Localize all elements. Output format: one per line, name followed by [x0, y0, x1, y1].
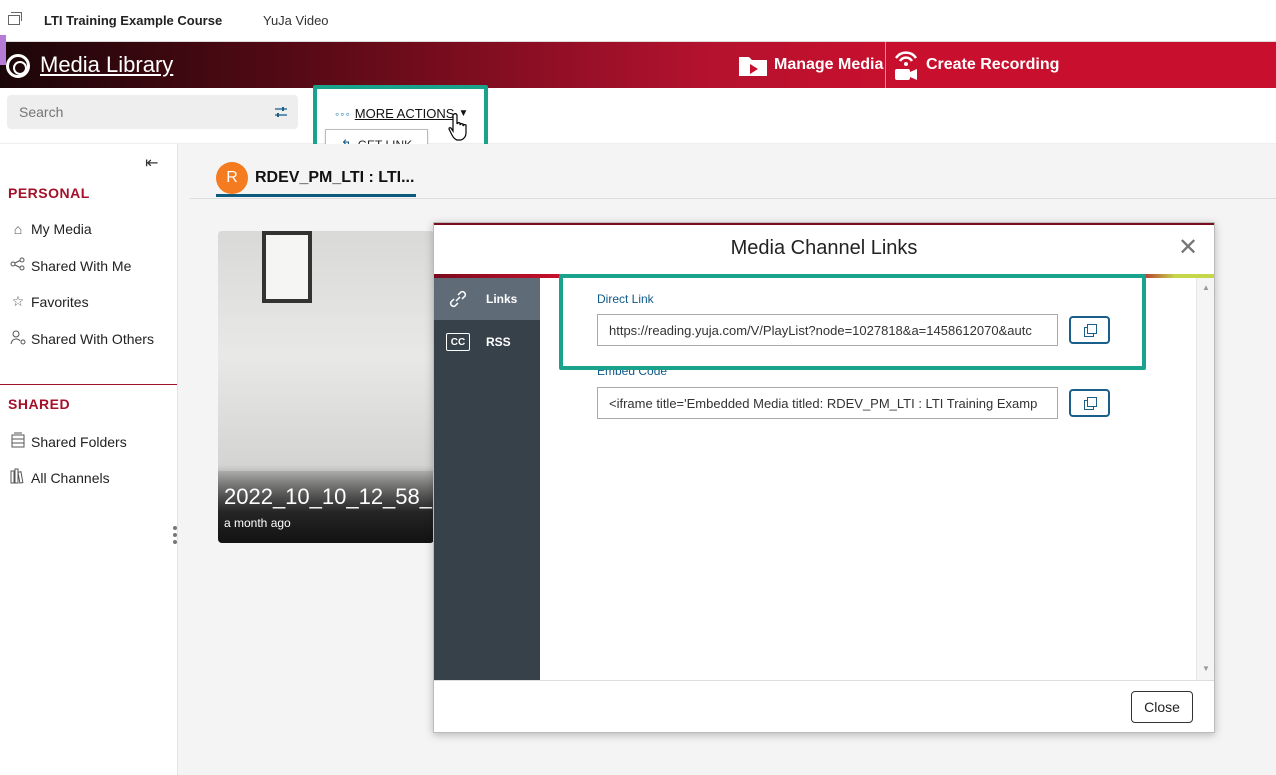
accent-bar [0, 35, 6, 65]
collapse-sidebar-icon[interactable]: ⇤ [145, 153, 158, 173]
user-share-icon [9, 329, 27, 348]
tab-rss-label: RSS [486, 335, 511, 349]
tab-links-label: Links [486, 292, 518, 306]
folders-icon [9, 432, 27, 451]
sidebar-item-label: My Media [31, 221, 92, 237]
tab-underline [190, 198, 1276, 199]
video-folder-icon [739, 57, 767, 76]
sidebar-item-label: Shared Folders [31, 433, 127, 450]
dialog-footer: Close [434, 680, 1214, 732]
yuja-logo-icon [6, 54, 30, 78]
sidebar-item-all-channels[interactable]: All Channels [9, 468, 110, 487]
media-card[interactable]: 2022_10_10_12_58_ a month ago [218, 231, 434, 543]
media-title: 2022_10_10_12_58_ [224, 484, 433, 509]
filter-sliders-icon[interactable] [274, 106, 288, 118]
direct-link-highlight [559, 274, 1146, 370]
media-channel-links-dialog: Media Channel Links ✕ Links CC RSS ▲ ▼ D… [433, 222, 1215, 733]
cc-icon: CC [446, 331, 470, 353]
dialog-scrollbar[interactable]: ▲ ▼ [1196, 278, 1214, 680]
hand-cursor-icon [448, 113, 467, 141]
close-button[interactable]: Close [1131, 691, 1193, 723]
sidebar-divider [0, 384, 177, 385]
create-recording-button[interactable]: Create Recording [892, 47, 1059, 83]
media-library-title[interactable]: Media Library [40, 52, 173, 78]
sidebar: ⇤ PERSONAL ⌂ My Media Shared With Me ☆ F… [0, 144, 178, 775]
search-input[interactable] [7, 95, 298, 129]
manage-media-button[interactable]: Manage Media [738, 50, 883, 80]
channel-tab[interactable]: R RDEV_PM_LTI : LTI... [216, 161, 417, 197]
star-icon: ☆ [11, 293, 25, 309]
tool-name[interactable]: YuJa Video [263, 13, 329, 28]
more-dots-icon: ◦◦◦ [335, 106, 351, 121]
sidebar-item-my-media[interactable]: ⌂ My Media [9, 221, 92, 237]
sidebar-item-label: Shared With Others [31, 330, 154, 347]
section-title-shared: SHARED [8, 396, 71, 412]
scroll-down-icon[interactable]: ▼ [1202, 664, 1210, 673]
section-title-personal: PERSONAL [8, 185, 90, 201]
video-thumbnail [262, 231, 312, 303]
app-header: Media Library Manage Media Create Record… [0, 35, 1276, 88]
header-separator [885, 42, 886, 88]
home-icon: ⌂ [13, 221, 23, 237]
scroll-up-icon[interactable]: ▲ [1202, 283, 1210, 292]
course-title[interactable]: LTI Training Example Course [44, 13, 222, 28]
share-icon [9, 257, 27, 274]
sidebar-item-label: All Channels [31, 469, 110, 486]
create-recording-label: Create Recording [926, 56, 1060, 73]
recording-camera-icon [894, 51, 918, 80]
sidebar-item-label: Favorites [31, 293, 89, 310]
copy-icon [1083, 397, 1097, 410]
search-row [0, 88, 1276, 144]
manage-media-label: Manage Media [774, 56, 884, 73]
dialog-title: Media Channel Links [730, 237, 918, 259]
tab-links[interactable]: Links [434, 278, 540, 320]
tab-rss[interactable]: CC RSS [434, 321, 540, 363]
close-icon[interactable]: ✕ [1178, 233, 1198, 262]
sidebar-item-shared-with-me[interactable]: Shared With Me [9, 257, 131, 274]
channel-tab-label: RDEV_PM_LTI : LTI... [255, 168, 415, 186]
sidebar-item-shared-folders[interactable]: Shared Folders [9, 432, 127, 451]
channels-icon [9, 468, 27, 487]
window-icon[interactable] [8, 12, 22, 25]
more-actions-label: MORE ACTIONS [354, 106, 455, 121]
avatar: R [216, 161, 248, 194]
sidebar-item-shared-with-others[interactable]: Shared With Others [9, 329, 154, 348]
media-date: a month ago [224, 516, 291, 530]
dialog-tab-list: Links CC RSS [434, 278, 540, 680]
dialog-top-border [434, 223, 1214, 225]
copy-embed-code-button[interactable] [1069, 389, 1110, 417]
embed-code-field[interactable] [597, 387, 1058, 419]
link-icon [446, 288, 470, 310]
sidebar-item-favorites[interactable]: ☆ Favorites [9, 293, 89, 310]
lms-topbar: LTI Training Example Course YuJa Video [0, 0, 1276, 42]
sidebar-item-label: Shared With Me [31, 257, 132, 274]
